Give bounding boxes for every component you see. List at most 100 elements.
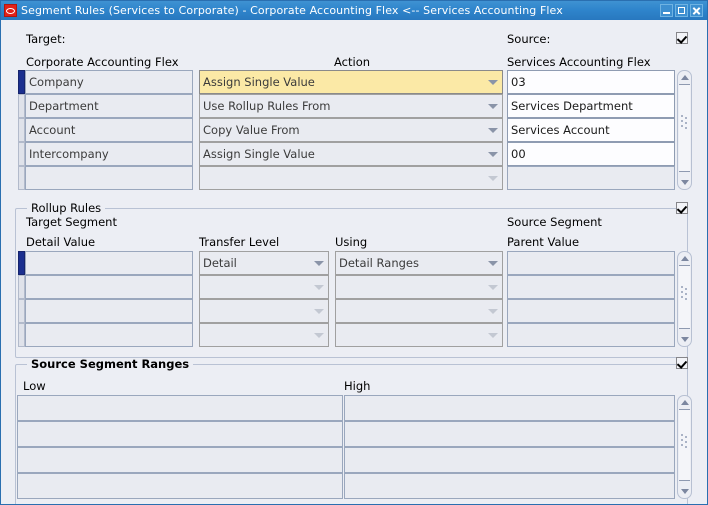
range-high-field[interactable] xyxy=(344,473,675,499)
target-segment-field[interactable] xyxy=(25,166,193,190)
using-dropdown[interactable] xyxy=(335,299,503,323)
window-controls xyxy=(660,4,705,17)
chevron-down-icon xyxy=(488,176,498,181)
detail-value-field[interactable] xyxy=(25,275,193,299)
using-dropdown[interactable]: Detail Ranges xyxy=(335,251,503,275)
parent-value-field[interactable] xyxy=(507,275,675,299)
segment-rules-scrollbar[interactable] xyxy=(677,70,692,190)
using-value: Detail Ranges xyxy=(339,256,419,270)
transfer-level-value: Detail xyxy=(203,256,237,270)
source-segment-field[interactable]: Services Department xyxy=(507,94,675,118)
rollup-rules-group-title: Rollup Rules xyxy=(27,202,106,214)
range-low-field[interactable] xyxy=(17,395,343,421)
column-header-using: Using xyxy=(335,235,368,249)
scrollbar-thumb[interactable] xyxy=(679,84,690,172)
source-enabled-checkbox[interactable] xyxy=(676,32,688,44)
scroll-down-icon[interactable] xyxy=(678,176,691,189)
column-header-action: Action xyxy=(334,55,371,69)
scrollbar-thumb[interactable] xyxy=(679,265,690,329)
transfer-level-dropdown[interactable] xyxy=(199,323,329,347)
parent-value-field[interactable] xyxy=(507,323,675,347)
column-header-transfer-level: Transfer Level xyxy=(199,235,280,249)
target-segment-field[interactable]: Intercompany xyxy=(25,142,193,166)
maximize-icon[interactable] xyxy=(675,4,688,17)
rollup-rules-scrollbar[interactable] xyxy=(677,251,692,347)
source-segment-field[interactable] xyxy=(507,166,675,190)
parent-value-field[interactable] xyxy=(507,251,675,275)
transfer-level-dropdown[interactable]: Detail xyxy=(199,251,329,275)
source-label: Source: xyxy=(507,32,551,46)
chevron-down-icon xyxy=(488,333,498,338)
detail-value-field[interactable] xyxy=(25,299,193,323)
table-row-marker[interactable] xyxy=(18,166,25,190)
scrollbar-grip xyxy=(680,434,689,448)
segment-rules-window: Segment Rules (Services to Corporate) - … xyxy=(0,0,708,505)
chevron-down-icon xyxy=(488,261,498,266)
table-row-marker[interactable] xyxy=(18,70,25,94)
column-header-low: Low xyxy=(23,379,46,393)
table-row-marker[interactable] xyxy=(18,251,25,275)
chevron-down-icon xyxy=(314,333,324,338)
range-high-field[interactable] xyxy=(344,447,675,473)
chevron-down-icon xyxy=(488,80,498,85)
action-dropdown[interactable]: Use Rollup Rules From xyxy=(199,94,503,118)
action-dropdown[interactable]: Copy Value From xyxy=(199,118,503,142)
target-segment-field[interactable]: Department xyxy=(25,94,193,118)
range-low-field[interactable] xyxy=(17,473,343,499)
source-segment-ranges-scrollbar[interactable] xyxy=(677,395,692,499)
source-segment-field[interactable]: 03 xyxy=(507,70,675,94)
parent-value-field[interactable] xyxy=(507,299,675,323)
window-titlebar: Segment Rules (Services to Corporate) - … xyxy=(1,1,707,20)
chevron-down-icon xyxy=(488,309,498,314)
detail-value-field[interactable] xyxy=(25,323,193,347)
window-content: Target: Source: Corporate Accounting Fle… xyxy=(1,20,707,504)
window-title: Segment Rules (Services to Corporate) - … xyxy=(21,4,563,17)
using-dropdown[interactable] xyxy=(335,323,503,347)
column-header-services-accounting-flex: Services Accounting Flex xyxy=(507,55,651,69)
scrollbar-thumb[interactable] xyxy=(679,409,690,481)
chevron-down-icon xyxy=(314,309,324,314)
range-low-field[interactable] xyxy=(17,421,343,447)
rollup-rules-enabled-checkbox[interactable] xyxy=(676,202,688,214)
scroll-up-icon[interactable] xyxy=(678,396,691,409)
action-dropdown[interactable]: Assign Single Value xyxy=(199,142,503,166)
action-dropdown[interactable]: Assign Single Value xyxy=(199,70,503,94)
range-low-field[interactable] xyxy=(17,447,343,473)
table-row-marker[interactable] xyxy=(18,299,25,323)
oracle-logo-icon xyxy=(4,4,17,17)
transfer-level-dropdown[interactable] xyxy=(199,275,329,299)
table-row-marker[interactable] xyxy=(18,323,25,347)
target-segment-field[interactable]: Company xyxy=(25,70,193,94)
target-segment-field[interactable]: Account xyxy=(25,118,193,142)
target-label: Target: xyxy=(26,32,66,46)
table-row-marker[interactable] xyxy=(18,118,25,142)
scroll-up-icon[interactable] xyxy=(678,71,691,84)
source-segment-ranges-enabled-checkbox[interactable] xyxy=(676,357,688,369)
scroll-down-icon[interactable] xyxy=(678,333,691,346)
detail-value-field[interactable] xyxy=(25,251,193,275)
minimize-icon[interactable] xyxy=(660,4,673,17)
source-segment-label: Source Segment xyxy=(507,215,602,229)
chevron-down-icon xyxy=(488,152,498,157)
range-high-field[interactable] xyxy=(344,421,675,447)
table-row-marker[interactable] xyxy=(18,142,25,166)
using-dropdown[interactable] xyxy=(335,275,503,299)
column-header-corporate-accounting-flex: Corporate Accounting Flex xyxy=(26,55,179,69)
scroll-up-icon[interactable] xyxy=(678,252,691,265)
column-header-parent-value: Parent Value xyxy=(507,235,580,249)
chevron-down-icon xyxy=(314,285,324,290)
range-high-field[interactable] xyxy=(344,395,675,421)
table-row-marker[interactable] xyxy=(18,94,25,118)
chevron-down-icon xyxy=(488,128,498,133)
scroll-down-icon[interactable] xyxy=(678,485,691,498)
action-dropdown[interactable] xyxy=(199,166,503,190)
close-icon[interactable] xyxy=(690,4,703,17)
source-segment-field[interactable]: Services Account xyxy=(507,118,675,142)
table-row-marker[interactable] xyxy=(18,275,25,299)
scrollbar-grip xyxy=(680,115,689,129)
transfer-level-dropdown[interactable] xyxy=(199,299,329,323)
column-header-high: High xyxy=(344,379,371,393)
column-header-detail-value: Detail Value xyxy=(26,235,96,249)
source-segment-field[interactable]: 00 xyxy=(507,142,675,166)
chevron-down-icon xyxy=(488,104,498,109)
